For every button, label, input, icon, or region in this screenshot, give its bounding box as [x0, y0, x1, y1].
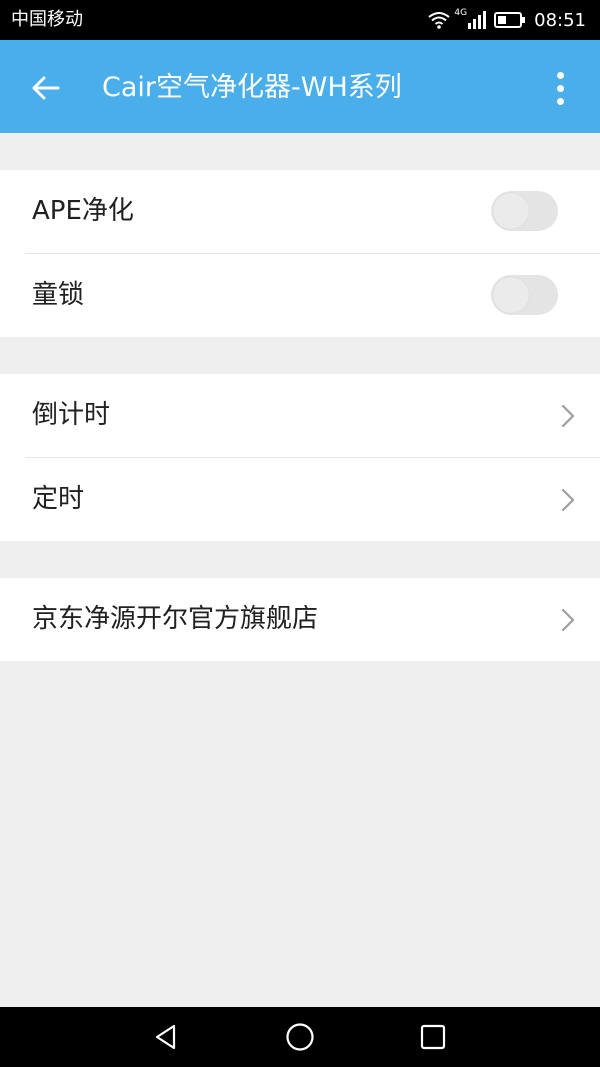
- signal-icon: [468, 11, 487, 29]
- triangle-back-icon: [155, 1024, 176, 1050]
- system-nav-bar: [0, 1007, 600, 1067]
- shop-group: 京东净源开尔官方旗舰店: [0, 578, 600, 661]
- countdown-label: 倒计时: [32, 400, 111, 430]
- page-title: Cair空气净化器-WH系列: [102, 72, 402, 103]
- status-bar: 中国移动 4G 08:51: [0, 0, 600, 40]
- nav-back-button[interactable]: [146, 1017, 186, 1057]
- ape-purify-row[interactable]: APE净化: [0, 170, 600, 253]
- toggle-settings-group: APE净化 童锁: [0, 170, 600, 337]
- jd-shop-row[interactable]: 京东净源开尔官方旗舰店: [0, 578, 600, 661]
- child-lock-switch[interactable]: [491, 275, 558, 315]
- network-type-label: 4G: [454, 8, 468, 18]
- nav-recents-button[interactable]: [413, 1017, 453, 1057]
- schedule-label: 定时: [32, 484, 85, 514]
- schedule-row[interactable]: 定时: [25, 457, 600, 541]
- wifi-icon: [428, 12, 451, 29]
- ape-purify-switch[interactable]: [491, 191, 558, 231]
- ape-purify-label: APE净化: [32, 196, 134, 226]
- countdown-row[interactable]: 倒计时: [0, 374, 600, 457]
- jd-shop-label: 京东净源开尔官方旗舰店: [32, 604, 319, 634]
- nav-home-button[interactable]: [280, 1017, 320, 1057]
- chevron-right-icon: [561, 488, 575, 512]
- status-icons: 4G 08:51: [420, 6, 586, 34]
- arrow-left-icon: [32, 76, 60, 100]
- app-bar: Cair空气净化器-WH系列: [0, 40, 600, 133]
- status-clock: 08:51: [534, 9, 586, 31]
- carrier-name: 中国移动: [11, 9, 83, 30]
- timer-settings-group: 倒计时 定时: [0, 374, 600, 541]
- battery-icon: [494, 12, 526, 28]
- back-button[interactable]: [22, 64, 70, 112]
- square-recents-icon: [420, 1024, 446, 1050]
- child-lock-row[interactable]: 童锁: [25, 253, 600, 337]
- more-vertical-icon: [556, 71, 564, 79]
- child-lock-label: 童锁: [32, 280, 85, 310]
- chevron-right-icon: [561, 404, 575, 428]
- chevron-right-icon: [561, 608, 575, 632]
- more-options-button[interactable]: [544, 68, 576, 108]
- circle-home-icon: [286, 1023, 314, 1051]
